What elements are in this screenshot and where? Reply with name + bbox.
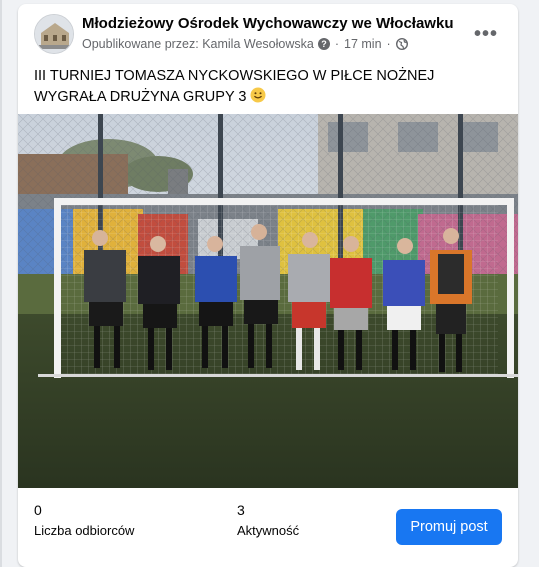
team-photo-image xyxy=(18,114,518,488)
published-by-text[interactable]: Opublikowane przez: Kamila Wesołowska xyxy=(82,37,314,51)
left-panel-edge xyxy=(0,0,2,567)
post-header: Młodzieżowy Ośrodek Wychowawczy we Włocł… xyxy=(18,4,518,62)
post-card: Młodzieżowy Ośrodek Wychowawczy we Włocł… xyxy=(18,4,518,567)
promote-post-button[interactable]: Promuj post xyxy=(396,509,502,545)
question-mark-icon[interactable]: ? xyxy=(317,38,330,50)
post-time[interactable]: 17 min xyxy=(344,37,382,51)
engagement-value: 3 xyxy=(237,502,245,518)
page-avatar[interactable] xyxy=(34,14,74,54)
post-meta: Opublikowane przez: Kamila Wesołowska ? … xyxy=(82,37,408,51)
meta-separator: · xyxy=(334,37,339,51)
page-name-link[interactable]: Młodzieżowy Ośrodek Wychowawczy we Włocł… xyxy=(82,15,453,32)
engagement-label: Aktywność xyxy=(237,523,300,538)
post-photo[interactable] xyxy=(18,114,518,488)
svg-text:?: ? xyxy=(321,39,327,49)
reach-value: 0 xyxy=(34,502,42,518)
more-options-button[interactable]: ••• xyxy=(468,20,504,48)
slightly-smiling-face-icon xyxy=(250,87,266,103)
reach-stat: 0 Liczba odbiorców xyxy=(34,502,134,538)
engagement-stat: 3 Aktywność xyxy=(237,502,299,538)
building-logo-icon xyxy=(35,15,73,53)
post-text-content: III TURNIEJ TOMASZA NYCKOWSKIEGO W PIŁCE… xyxy=(34,68,435,105)
globe-icon[interactable] xyxy=(395,38,408,50)
reach-label: Liczba odbiorców xyxy=(34,523,135,538)
meta-separator: · xyxy=(386,37,391,51)
post-text: III TURNIEJ TOMASZA NYCKOWSKIEGO W PIŁCE… xyxy=(34,66,504,108)
post-insights: 0 Liczba odbiorców 3 Aktywność Promuj po… xyxy=(18,488,518,567)
